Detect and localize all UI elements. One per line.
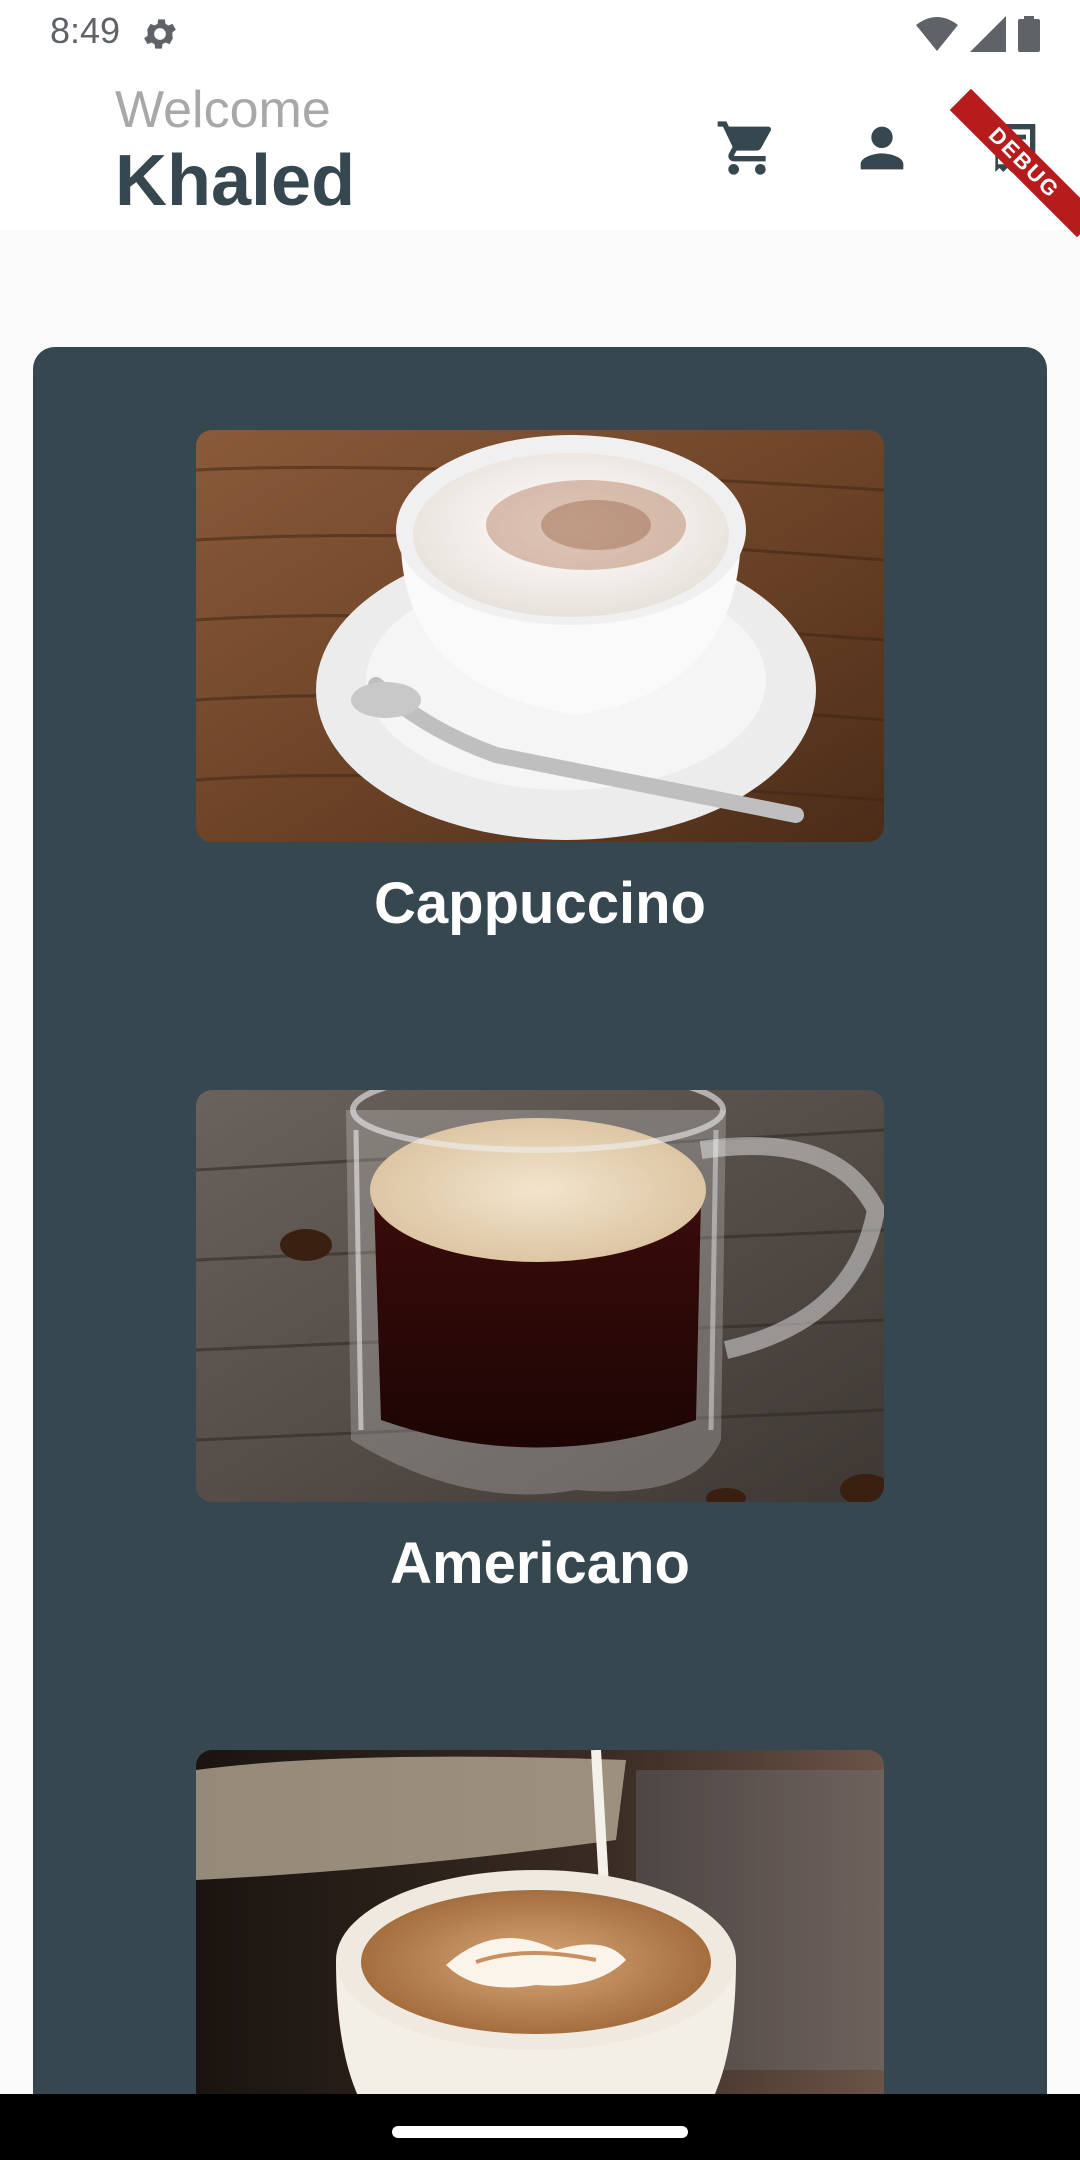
menu-item-americano[interactable]: Americano <box>196 1090 884 1597</box>
welcome-label: Welcome <box>115 81 331 139</box>
settings-gear-icon <box>144 19 176 49</box>
item-name: Cappuccino <box>374 871 706 936</box>
americano-image <box>196 1090 884 1502</box>
system-navigation-bar <box>0 2094 1080 2160</box>
status-icons <box>916 14 1040 54</box>
menu-item-cappuccino[interactable]: Cappuccino <box>196 430 884 937</box>
menu-panel: Cappuccino Americano <box>33 347 1047 2160</box>
cappuccino-image <box>196 430 884 842</box>
status-time: 8:49 <box>50 10 121 51</box>
person-icon[interactable] <box>850 116 914 180</box>
status-bar: 8:49 <box>0 0 1080 66</box>
debug-banner: DEBUG <box>949 88 1080 238</box>
home-gesture-handle[interactable] <box>392 2126 688 2138</box>
item-name: Americano <box>390 1531 690 1596</box>
app-screen: 8:49 Welcome Khaled DEBUG Cappuccino Ame… <box>0 0 1080 2160</box>
username-title: Khaled <box>115 141 356 221</box>
app-bar: Welcome Khaled DEBUG <box>0 66 1080 238</box>
battery-icon <box>1018 16 1040 52</box>
shopping-cart-icon[interactable] <box>715 116 779 180</box>
wifi-icon <box>916 17 958 51</box>
cellular-signal-icon <box>970 16 1006 52</box>
